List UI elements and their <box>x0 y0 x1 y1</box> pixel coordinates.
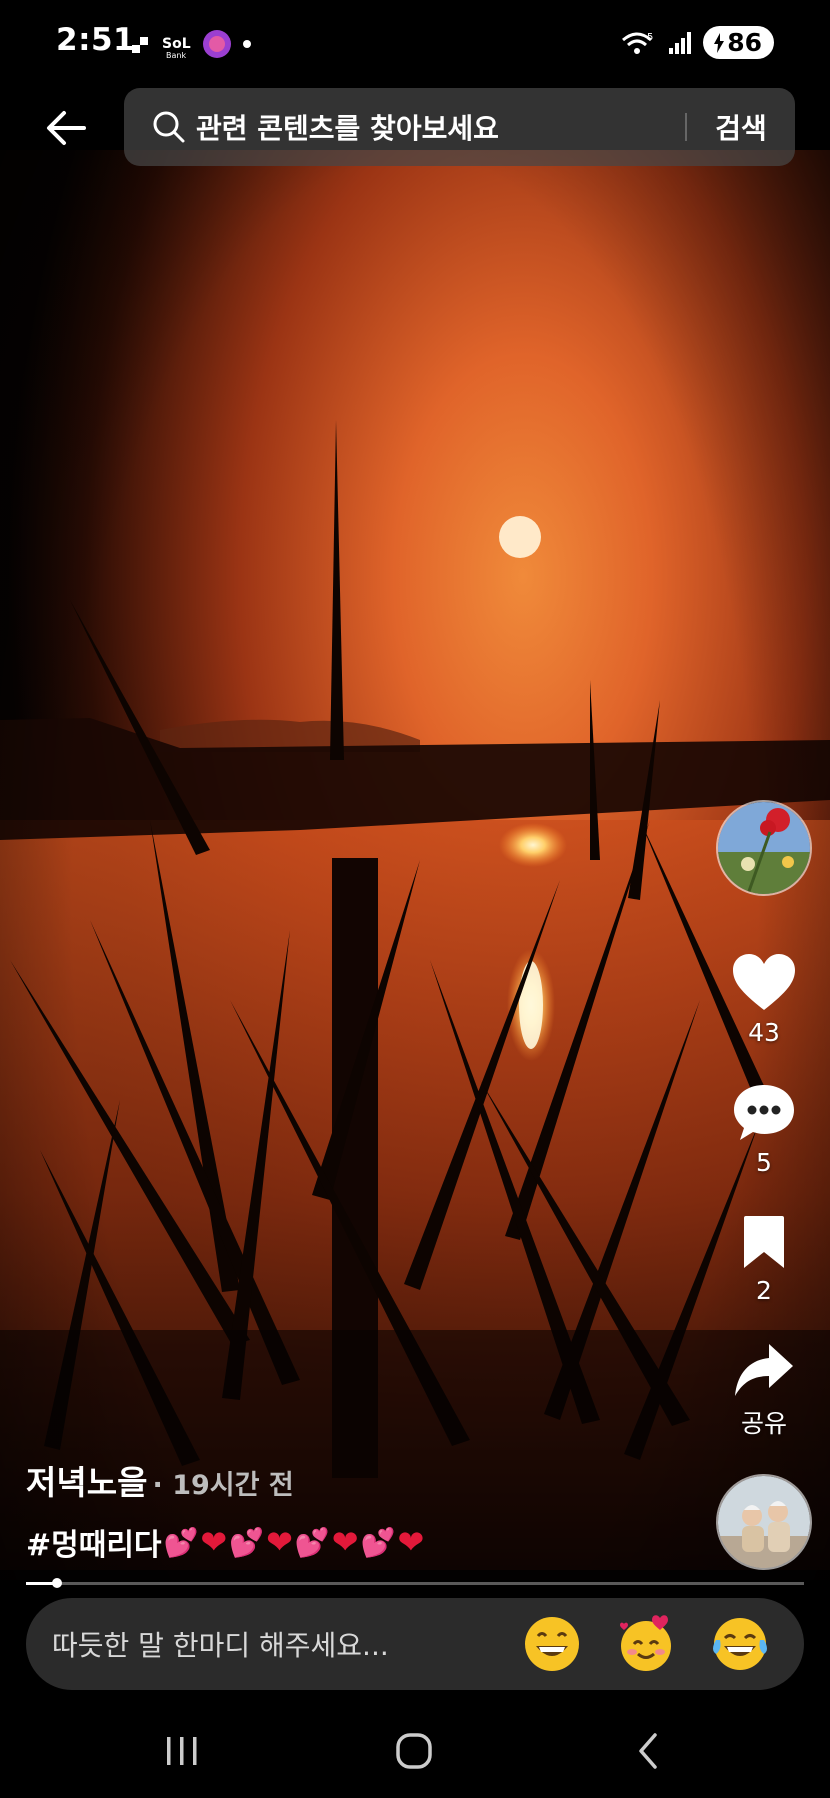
nav-back-icon <box>639 1733 657 1769</box>
like-action: 43 <box>716 952 812 1047</box>
sound-avatar[interactable] <box>716 1474 812 1570</box>
svg-text:Bank: Bank <box>166 51 186 60</box>
post-info: 저녁노을 · 19시간 전 <box>26 1456 294 1504</box>
svg-text:SoL: SoL <box>162 36 191 52</box>
save-button[interactable]: 2 <box>740 1214 788 1305</box>
search-button[interactable]: 검색 <box>687 107 795 147</box>
heart-icon <box>733 954 795 1010</box>
dot-icon <box>243 40 251 48</box>
system-indicators: 5 86 <box>621 26 774 59</box>
wifi-icon: 5 <box>622 32 654 54</box>
grin-emoji-icon[interactable] <box>522 1614 582 1674</box>
save-action: 2 <box>716 1214 812 1305</box>
comment-count: 5 <box>756 1148 772 1177</box>
charging-bolt-icon <box>714 32 725 53</box>
like-count: 43 <box>748 1018 780 1047</box>
red-heart-emoji: ❤ <box>397 1523 425 1561</box>
red-heart-emoji: ❤ <box>266 1523 293 1561</box>
sol-bank-icon: SoLBank <box>162 36 191 60</box>
comment-bubble-icon <box>734 1085 794 1140</box>
music-disc <box>716 1474 812 1570</box>
top-bar: 관련 콘텐츠를 찾아보세요 검색 <box>0 86 830 170</box>
status-bar: 2:51 SoL Bank 5 86 <box>0 0 830 88</box>
red-heart-emoji: ❤ <box>331 1523 359 1561</box>
share-button[interactable]: 공유 <box>733 1342 795 1440</box>
app-notification-icon <box>132 37 148 53</box>
battery-level: 86 <box>727 28 762 57</box>
pink-hearts-emoji: 💕 <box>163 1525 199 1559</box>
share-label: 공유 <box>740 1409 787 1438</box>
pink-hearts-emoji: 💕 <box>294 1525 330 1559</box>
comment-action: 5 <box>716 1082 812 1177</box>
svg-text:5: 5 <box>647 32 653 43</box>
system-nav-bar <box>0 1700 830 1798</box>
flower-avatar-image <box>718 802 810 894</box>
back-arrow-icon <box>47 111 86 145</box>
nav-back-button[interactable] <box>618 1726 678 1776</box>
search-bar[interactable]: 관련 콘텐츠를 찾아보세요 검색 <box>124 88 795 166</box>
comment-input[interactable]: 따듯한 말 한마디 해주세요... <box>52 1624 522 1664</box>
tears-of-joy-emoji-icon[interactable] <box>710 1614 770 1674</box>
comment-button[interactable]: 5 <box>732 1082 796 1177</box>
save-count: 2 <box>756 1276 772 1305</box>
home-icon <box>396 1733 432 1769</box>
post-time: · 19시간 전 <box>152 1470 294 1501</box>
pink-hearts-emoji: 💕 <box>229 1525 265 1559</box>
kids-avatar-image <box>718 1476 810 1568</box>
signal-icon <box>669 31 692 54</box>
search-input[interactable]: 관련 콘텐츠를 찾아보세요 <box>196 107 685 147</box>
creator-avatar[interactable] <box>716 800 812 896</box>
bookmark-icon <box>744 1216 784 1268</box>
busan-good-icon <box>203 30 231 58</box>
pink-hearts-emoji: 💕 <box>360 1525 396 1559</box>
share-action: 공유 <box>716 1342 812 1440</box>
comment-bar: 따듯한 말 한마디 해주세요... <box>26 1598 804 1690</box>
hashtag-link[interactable]: #멍때리다 <box>26 1520 162 1564</box>
notification-icons: SoL Bank <box>130 28 254 60</box>
home-button[interactable] <box>384 1726 444 1776</box>
recent-apps-button[interactable] <box>152 1726 212 1776</box>
action-rail <box>716 800 812 896</box>
post-caption: #멍때리다 💕 ❤ 💕 ❤ 💕 ❤ 💕 ❤ <box>26 1520 424 1564</box>
battery-indicator: 86 <box>703 26 774 59</box>
status-time: 2:51 <box>56 22 136 58</box>
search-icon <box>153 111 185 143</box>
red-heart-emoji: ❤ <box>200 1523 228 1561</box>
smiling-hearts-emoji-icon[interactable] <box>616 1614 676 1674</box>
video-progress-bar[interactable] <box>26 1578 804 1588</box>
post-username[interactable]: 저녁노을 <box>26 1463 147 1502</box>
back-button[interactable] <box>36 100 96 156</box>
share-arrow-icon <box>735 1344 793 1396</box>
like-button[interactable]: 43 <box>731 952 797 1047</box>
recent-apps-icon <box>167 1737 197 1765</box>
